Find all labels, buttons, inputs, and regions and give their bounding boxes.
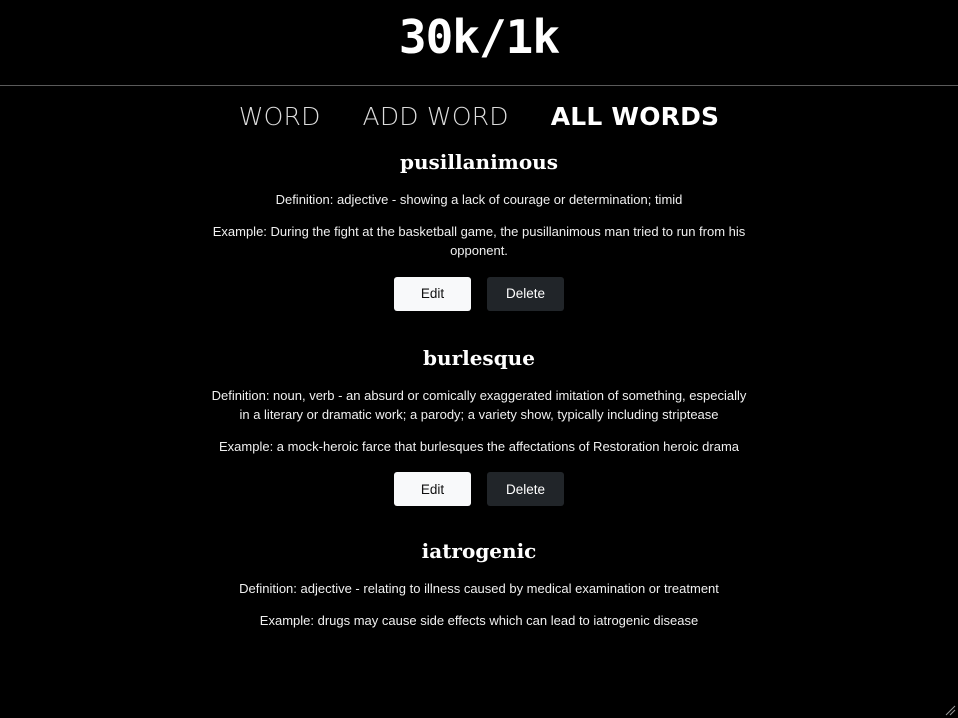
- word-actions: Edit Delete: [209, 472, 749, 506]
- word-actions: Edit Delete: [209, 276, 749, 311]
- word-example: Example: During the fight at the basketb…: [212, 223, 746, 259]
- site-header: 30k/1k: [0, 0, 958, 86]
- word-title: iatrogenic: [421, 539, 537, 563]
- word-title: burlesque: [423, 345, 535, 370]
- word-title: pusillanimous: [400, 150, 558, 174]
- nav-word[interactable]: WORD: [239, 102, 321, 131]
- site-logo[interactable]: 30k/1k: [399, 10, 560, 64]
- main-nav: WORD ADD WORD ALL WORDS: [0, 102, 958, 131]
- word-card: pusillanimous Definition: adjective - sh…: [209, 148, 749, 311]
- word-definition: Definition: adjective - relating to illn…: [239, 581, 719, 596]
- word-card: iatrogenic Definition: adjective - relat…: [209, 537, 749, 630]
- word-definition: Definition: noun, verb - an absurd or co…: [211, 387, 747, 423]
- word-example: Example: a mock-heroic farce that burles…: [218, 438, 740, 454]
- app-page: 30k/1k WORD ADD WORD ALL WORDS pusillani…: [0, 0, 958, 718]
- edit-button[interactable]: Edit: [394, 472, 471, 506]
- resize-grip-icon[interactable]: [944, 704, 956, 716]
- word-card: burlesque Definition: noun, verb - an ab…: [209, 344, 749, 506]
- edit-button[interactable]: Edit: [394, 276, 471, 311]
- delete-button[interactable]: Delete: [487, 276, 564, 311]
- word-example: Example: drugs may cause side effects wh…: [259, 612, 699, 628]
- word-list: pusillanimous Definition: adjective - sh…: [209, 148, 749, 630]
- delete-button[interactable]: Delete: [487, 472, 564, 506]
- nav-add-word[interactable]: ADD WORD: [363, 102, 509, 131]
- word-definition: Definition: adjective - showing a lack o…: [275, 192, 683, 207]
- nav-all-words[interactable]: ALL WORDS: [551, 102, 720, 131]
